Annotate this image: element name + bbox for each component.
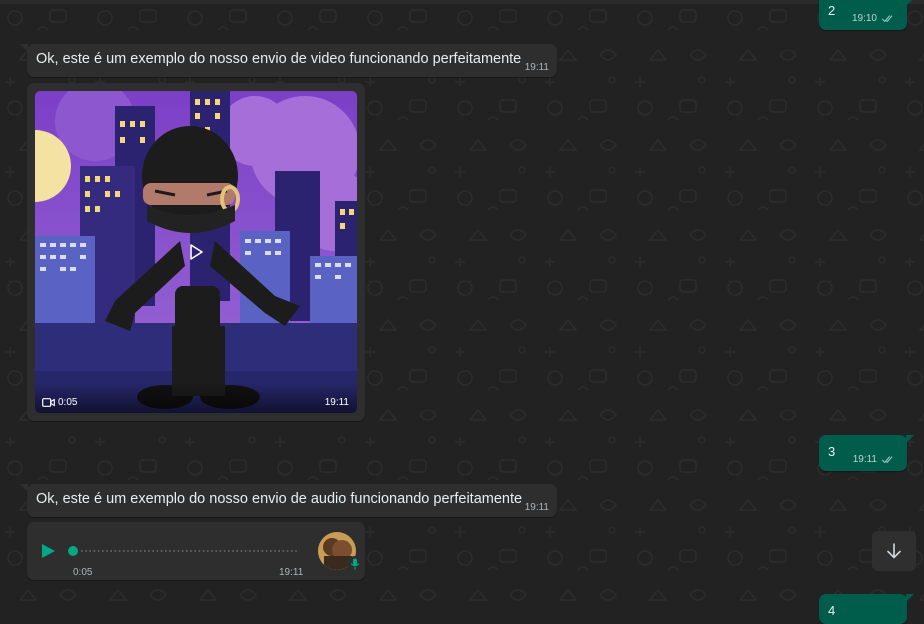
message-text: 4	[828, 603, 836, 618]
play-icon[interactable]	[182, 238, 210, 266]
incoming-text-message[interactable]: Ok, este é um exemplo do nosso envio de …	[27, 44, 557, 77]
play-triangle	[190, 244, 203, 260]
bubble-tail	[906, 435, 914, 443]
message-time: 19:11	[524, 502, 549, 513]
message-time: 19:11	[852, 454, 877, 465]
top-edge	[0, 0, 924, 4]
play-button[interactable]	[38, 541, 58, 561]
outgoing-message-2[interactable]: 2 19:10	[819, 0, 907, 30]
message-text: 2	[828, 3, 836, 18]
incoming-video-message[interactable]: 0:05 19:11	[27, 83, 365, 421]
video-camera-icon	[42, 398, 55, 407]
incoming-audio-message[interactable]: 0:05 19:11	[27, 522, 365, 580]
outgoing-message-4[interactable]: 4	[819, 594, 907, 624]
play-icon	[42, 544, 55, 558]
double-check-icon	[881, 456, 893, 464]
bubble-tail	[906, 0, 914, 6]
message-time: 19:11	[279, 567, 304, 578]
message-time: 19:10	[851, 13, 877, 24]
audio-waveform[interactable]	[67, 545, 297, 557]
audio-duration: 0:05	[73, 567, 93, 578]
microphone-badge	[347, 556, 363, 572]
arrow-down-icon	[887, 543, 901, 559]
bubble-tail	[906, 594, 914, 602]
video-duration: 0:05	[42, 397, 77, 408]
message-time: 19:11	[324, 397, 349, 408]
video-thumbnail[interactable]: 0:05 19:11	[35, 91, 357, 413]
message-time: 19:11	[524, 62, 549, 73]
message-text: 3	[828, 444, 836, 459]
incoming-text-message[interactable]: Ok, este é um exemplo do nosso envio de …	[27, 484, 557, 517]
message-meta: 19:11	[853, 454, 895, 465]
scroll-to-bottom-button[interactable]	[872, 531, 916, 571]
double-check-icon	[881, 15, 893, 23]
message-text: Ok, este é um exemplo do nosso envio de …	[36, 491, 523, 507]
outgoing-message-3[interactable]: 3 19:11	[819, 435, 907, 471]
message-meta: 19:10	[852, 13, 895, 24]
message-text: Ok, este é um exemplo do nosso envio de …	[36, 51, 522, 67]
video-overlay	[35, 383, 357, 413]
video-duration-text: 0:05	[58, 397, 78, 408]
microphone-icon	[350, 558, 360, 570]
